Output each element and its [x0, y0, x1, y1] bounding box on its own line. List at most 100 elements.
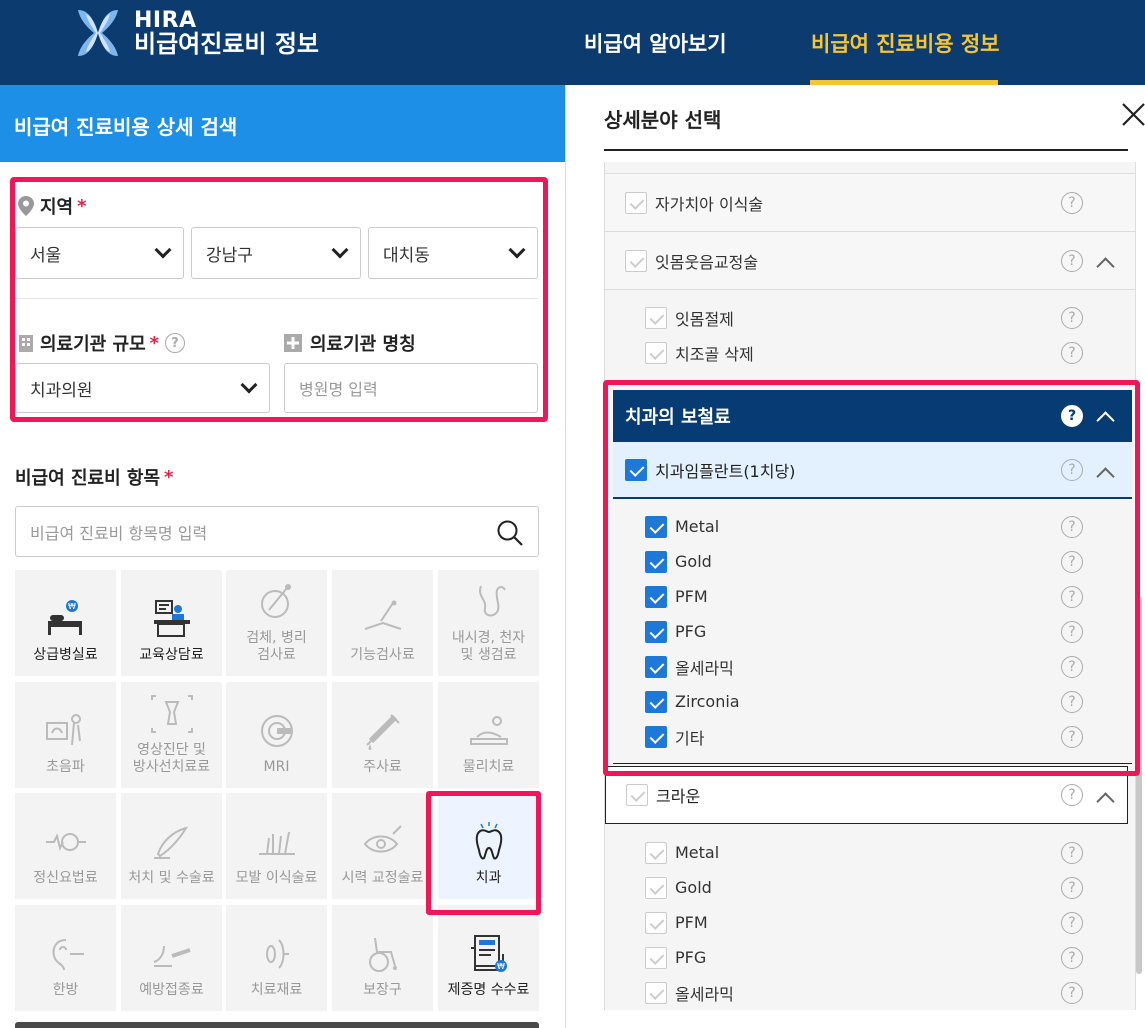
tile-radiology[interactable]: 영상진단 및 방사선치료료	[121, 682, 222, 788]
help-icon[interactable]: ?	[1061, 876, 1083, 899]
checkbox[interactable]	[625, 191, 647, 214]
tile-label: 검체, 병리 검사료	[246, 630, 307, 664]
row-gingivectomy[interactable]: 잇몸절제 ?	[605, 300, 1135, 335]
tile-function-test[interactable]: 기능검사료	[332, 570, 433, 676]
row-gummy-smile[interactable]: 잇몸웃음교정술 ?	[605, 232, 1135, 290]
detail-panel-title: 상세분야 선택	[604, 108, 722, 132]
checkbox[interactable]	[645, 946, 667, 969]
scale-select[interactable]: 치과의원	[15, 363, 270, 413]
left-panel-title: 비급여 진료비용 상세 검색	[0, 85, 565, 162]
top-header: HIRA 비급여진료비 정보 비급여 알아보기 비급여 진료비용 정보	[0, 0, 1145, 85]
eye-icon	[363, 825, 402, 853]
tile-ultrasound[interactable]: 초음파	[15, 682, 116, 788]
tile-mri[interactable]: MRI	[226, 682, 327, 788]
checkbox[interactable]	[645, 841, 667, 864]
tile-physio[interactable]: 물리치료	[438, 682, 539, 788]
search-button-edge[interactable]	[15, 1022, 539, 1028]
logo-line2: 비급여진료비 정보	[134, 29, 319, 58]
neighborhood-select[interactable]: 대치동	[368, 227, 538, 279]
tile-surgery[interactable]: 처치 및 수술료	[121, 793, 222, 899]
neighborhood-select-value: 대치동	[383, 245, 430, 266]
checkbox[interactable]	[626, 784, 648, 806]
tile-label: 주사료	[363, 759, 402, 776]
row-alveolectomy[interactable]: 치조골 삭제 ?	[605, 335, 1135, 370]
region-label: 지역 *	[18, 193, 87, 219]
row-label: 자가치아 이식술	[655, 194, 764, 214]
help-icon[interactable]: ?	[1061, 191, 1083, 214]
tile-injection[interactable]: 주사료	[332, 682, 433, 788]
checkbox[interactable]	[625, 249, 647, 272]
tile-label: 모발 이식술료	[235, 870, 318, 887]
tile-psychotherapy[interactable]: 정신요법료	[15, 793, 116, 899]
tile-oriental-medicine[interactable]: 한방	[15, 905, 116, 1011]
tile-room-fee[interactable]: ₩ 상급병실료	[15, 570, 116, 676]
required-mark: *	[149, 332, 160, 354]
scale-label: 의료기관 규모 * ?	[18, 330, 186, 356]
tile-label: 예방접종료	[139, 982, 204, 999]
tile-label: 처치 및 수술료	[128, 870, 215, 887]
wheelchair-icon	[368, 938, 397, 973]
row-crown-allceramic[interactable]: 올세라믹 ?	[605, 975, 1135, 1010]
name-label: 의료기관 명칭	[284, 330, 416, 356]
tile-assistive-device[interactable]: 보장구	[332, 905, 433, 1011]
help-icon[interactable]: ?	[1061, 341, 1083, 364]
row-crown-pfg[interactable]: PFG ?	[605, 940, 1135, 975]
tile-label: MRI	[263, 759, 290, 776]
tile-specimen-fee[interactable]: 검체, 병리 검사료	[226, 570, 327, 676]
ultrasound-icon	[45, 714, 81, 746]
help-icon[interactable]: ?	[1061, 249, 1083, 272]
tile-endoscope[interactable]: 내시경, 천자 및 생검료	[438, 570, 539, 676]
help-icon[interactable]: ?	[1061, 911, 1083, 934]
name-label-text: 의료기관 명칭	[310, 334, 416, 355]
checkbox[interactable]	[645, 876, 667, 899]
row-label: PFM	[675, 913, 708, 932]
help-icon[interactable]: ?	[1061, 784, 1083, 806]
nav-noncovered-intro[interactable]: 비급여 알아보기	[584, 0, 727, 85]
function-test-icon	[364, 600, 401, 631]
tile-certificate-fee[interactable]: ₩ 제증명 수수료	[438, 905, 539, 1011]
tile-label: 제증명 수수료	[447, 982, 530, 999]
checkbox[interactable]	[645, 981, 667, 1004]
tile-label: 정신요법료	[33, 870, 98, 887]
help-icon[interactable]: ?	[165, 333, 186, 353]
checkbox[interactable]	[645, 341, 667, 364]
tile-label: 상급병실료	[33, 647, 98, 664]
row-autotransplant[interactable]: 자가치아 이식술 ?	[605, 174, 1135, 232]
help-icon[interactable]: ?	[1061, 306, 1083, 329]
district-select[interactable]: 강남구	[191, 227, 361, 279]
certificate-icon: ₩	[470, 935, 507, 973]
row-crown-metal[interactable]: Metal ?	[605, 835, 1135, 870]
tile-vaccination[interactable]: 예방접종료	[121, 905, 222, 1011]
panel-divider	[565, 85, 566, 1028]
tile-counsel-fee[interactable]: 교육상담료	[121, 570, 222, 676]
help-icon[interactable]: ?	[1061, 946, 1083, 969]
help-icon[interactable]: ?	[1061, 841, 1083, 864]
chevron-up-icon[interactable]	[1096, 792, 1115, 811]
city-select[interactable]: 서울	[15, 227, 184, 279]
help-icon[interactable]: ?	[1061, 981, 1083, 1004]
close-icon[interactable]	[1120, 100, 1145, 130]
syringe-icon	[365, 714, 400, 751]
row-crown-gold[interactable]: Gold ?	[605, 870, 1135, 905]
checkbox[interactable]	[645, 306, 667, 329]
hospital-name-placeholder: 병원명 입력	[299, 380, 378, 399]
search-icon[interactable]	[496, 519, 524, 547]
tile-vision-correction[interactable]: 시력 교정술료	[332, 793, 433, 899]
nav-noncovered-cost[interactable]: 비급여 진료비용 정보	[811, 0, 1000, 85]
item-search-input[interactable]: 비급여 진료비 항목명 입력	[15, 506, 539, 557]
hospital-icon	[284, 334, 302, 352]
material-icon	[265, 939, 289, 969]
row-crown-pfm[interactable]: PFM ?	[605, 905, 1135, 940]
tile-hair-transplant[interactable]: 모발 이식술료	[226, 793, 327, 899]
row-label: Metal	[675, 843, 720, 862]
city-select-value: 서울	[30, 245, 62, 266]
hira-logo-icon	[78, 10, 118, 56]
hira-logo[interactable]: HIRA 비급여진료비 정보	[72, 6, 319, 60]
detail-title-divider	[604, 149, 1128, 151]
checkbox[interactable]	[645, 911, 667, 934]
chevron-down-icon	[154, 241, 172, 259]
tile-treatment-material[interactable]: 치료재료	[226, 905, 327, 1011]
logo-line1: HIRA	[134, 7, 197, 33]
chevron-up-icon[interactable]	[1096, 257, 1115, 276]
hospital-name-input[interactable]: 병원명 입력	[284, 363, 538, 413]
